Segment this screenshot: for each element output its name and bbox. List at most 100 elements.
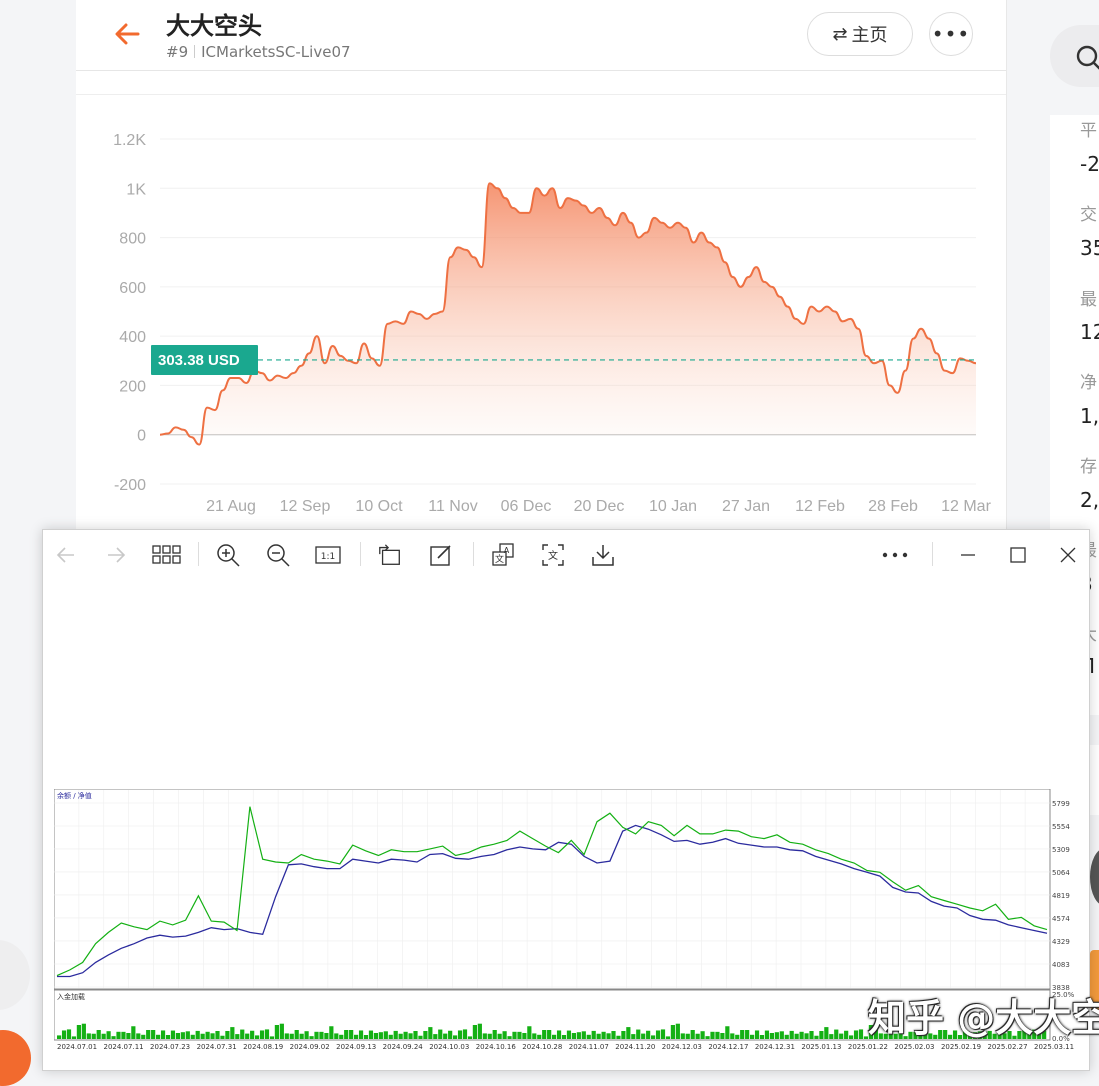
svg-text:1:1: 1:1 <box>321 552 335 562</box>
load-bar <box>680 1033 685 1039</box>
load-bar <box>324 1033 329 1039</box>
load-bar <box>517 1031 522 1039</box>
grid-icon[interactable] <box>152 542 182 568</box>
load-bar <box>383 1031 388 1039</box>
load-bar <box>472 1025 477 1039</box>
load-bar <box>363 1035 369 1039</box>
x-tick-label: 28 Feb <box>868 498 918 515</box>
equity-chart: 1.2K 1K 800 600 400 200 0 -200 21 Aug 12 Sep 10 O… <box>113 132 991 515</box>
load-bar <box>467 1036 473 1039</box>
y-tick-label: 800 <box>119 231 146 248</box>
divider <box>198 542 199 566</box>
stat-value: 1, <box>1080 404 1099 428</box>
load-bar <box>393 1030 398 1039</box>
back-icon[interactable] <box>53 542 79 568</box>
load-bar <box>740 1030 745 1039</box>
load-bar <box>586 1034 591 1039</box>
x-tick-label: 2024.10.28 <box>522 1043 562 1051</box>
load-bar <box>754 1030 760 1039</box>
load-bar <box>269 1036 275 1039</box>
x-tick-label: 2024.12.31 <box>755 1043 795 1051</box>
load-bar <box>769 1033 774 1039</box>
forward-icon[interactable] <box>103 542 129 568</box>
load-bar <box>611 1031 616 1039</box>
load-bar <box>764 1030 770 1039</box>
x-tick-label: 10 Jan <box>649 498 697 515</box>
load-bar <box>616 1035 621 1039</box>
minimize-icon[interactable] <box>955 542 981 568</box>
load-bar <box>264 1029 270 1039</box>
x-tick-label: 2024.11.20 <box>615 1043 655 1051</box>
avatar[interactable] <box>1090 848 1099 906</box>
load-bar <box>225 1031 230 1039</box>
load-bar <box>670 1025 675 1039</box>
stat-value: 12 <box>1080 320 1099 344</box>
x-tick-label: 27 Jan <box>722 498 770 515</box>
x-tick-label: 2025.03.11 <box>1034 1043 1074 1051</box>
y-tick-label: 600 <box>119 280 146 297</box>
floating-action-button[interactable] <box>0 1030 31 1086</box>
floating-button[interactable] <box>0 940 30 1010</box>
load-bar <box>849 1035 854 1039</box>
x-tick-label: 2024.07.31 <box>197 1043 237 1051</box>
watermark: 知乎 @大大空头 <box>868 996 1099 1040</box>
load-bar <box>195 1030 200 1039</box>
load-bar <box>423 1031 428 1039</box>
load-bar <box>408 1033 413 1039</box>
load-bar <box>784 1034 789 1039</box>
x-tick-label: 2024.07.23 <box>150 1043 190 1051</box>
load-bar <box>309 1036 314 1039</box>
ocr-icon[interactable]: 文 <box>540 542 566 568</box>
download-icon[interactable] <box>590 542 616 568</box>
load-bar <box>448 1030 453 1039</box>
load-bar <box>418 1035 423 1039</box>
stat-label: 存 <box>1080 457 1097 477</box>
load-bar <box>641 1033 646 1039</box>
y-tick-label: 5309 <box>1052 846 1070 854</box>
load-bar <box>552 1034 557 1039</box>
load-bar <box>349 1030 354 1039</box>
x-tick-label: 2024.12.17 <box>708 1043 748 1051</box>
load-bar <box>71 1036 77 1039</box>
load-bar <box>497 1033 502 1039</box>
edit-icon[interactable] <box>428 542 454 568</box>
zoom-in-icon[interactable] <box>215 542 241 568</box>
load-bar <box>576 1032 581 1039</box>
x-tick-label: 06 Dec <box>501 498 552 515</box>
load-bar <box>814 1035 819 1039</box>
load-bar <box>250 1030 255 1039</box>
load-bar <box>789 1030 794 1039</box>
load-bar <box>453 1035 458 1039</box>
load-bar <box>547 1030 552 1039</box>
translate-icon[interactable]: 文A <box>490 542 516 568</box>
close-icon[interactable] <box>1055 542 1081 568</box>
actual-size-icon[interactable]: 1:1 <box>315 542 341 568</box>
y-tick-label: 1K <box>126 181 146 198</box>
load-bar <box>730 1033 735 1039</box>
load-bar <box>175 1033 180 1039</box>
more-icon[interactable] <box>881 542 909 568</box>
load-bar <box>433 1034 438 1039</box>
load-bar <box>61 1030 67 1039</box>
load-bar <box>794 1033 799 1039</box>
x-tick-label: 12 Sep <box>280 498 331 515</box>
load-bar <box>314 1031 319 1039</box>
rotate-icon[interactable] <box>377 542 403 568</box>
load-bar <box>146 1030 151 1039</box>
load-bar <box>829 1034 834 1039</box>
load-bar <box>388 1034 393 1039</box>
maximize-icon[interactable] <box>1005 542 1031 568</box>
load-bar <box>566 1030 572 1039</box>
load-bar <box>91 1033 96 1039</box>
load-bar <box>185 1031 190 1039</box>
load-bar <box>210 1033 215 1039</box>
load-bar <box>344 1030 349 1039</box>
divider <box>360 542 361 566</box>
load-bar <box>596 1033 601 1039</box>
zoom-out-icon[interactable] <box>265 542 291 568</box>
load-bar <box>581 1031 586 1039</box>
load-bar <box>156 1034 161 1039</box>
y-tick-label: 0 <box>137 428 146 445</box>
load-bar <box>255 1035 260 1039</box>
load-bar <box>556 1030 562 1039</box>
